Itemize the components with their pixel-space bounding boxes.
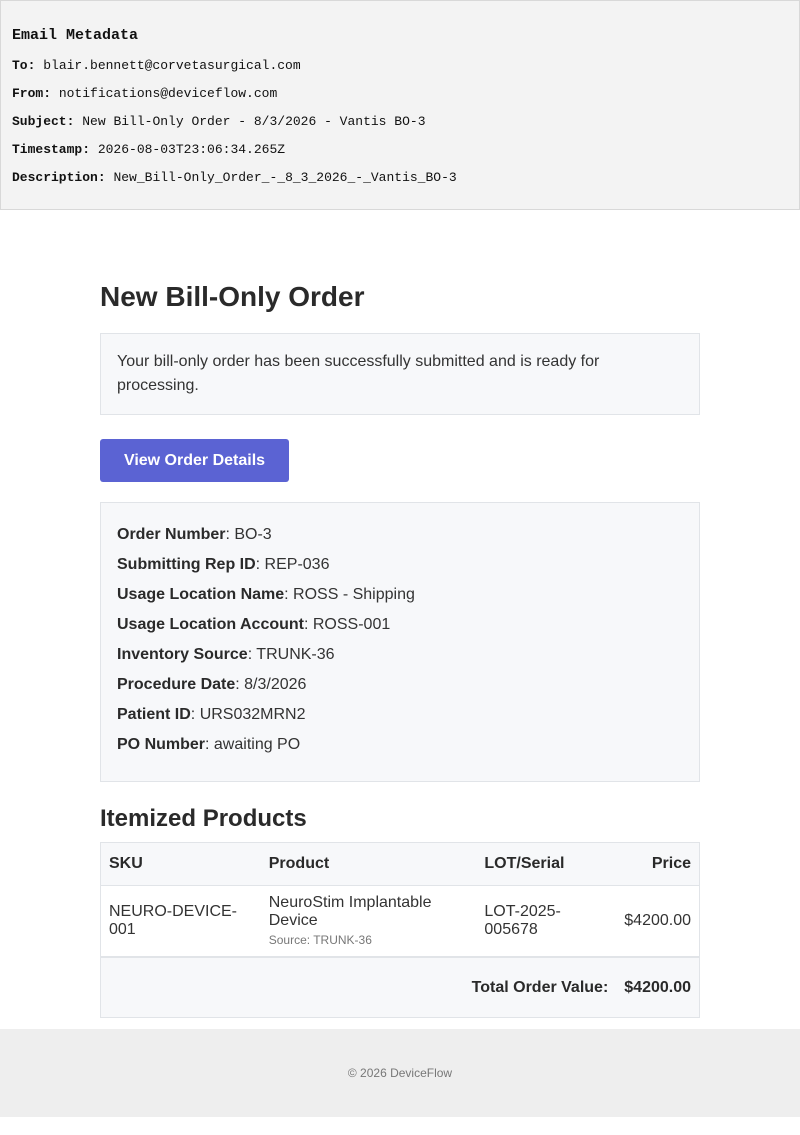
detail-value: : REP-036 bbox=[255, 556, 330, 573]
total-value: $4200.00 bbox=[616, 956, 701, 1018]
metadata-key: Timestamp: bbox=[12, 142, 91, 157]
view-order-details-button[interactable]: View Order Details bbox=[100, 439, 289, 482]
detail-submitting-rep-id: Submitting Rep ID: REP-036 bbox=[117, 555, 683, 585]
products-table: SKU Product LOT/Serial Price NEURO-DEVIC… bbox=[99, 842, 701, 1018]
detail-usage-location-account: Usage Location Account: ROSS-001 bbox=[117, 615, 683, 645]
table-header-row: SKU Product LOT/Serial Price bbox=[99, 842, 701, 886]
metadata-row-description: Description: New_Bill-Only_Order_-_8_3_2… bbox=[12, 171, 788, 199]
itemized-products-title: Itemized Products bbox=[100, 805, 307, 832]
detail-inventory-source: Inventory Source: TRUNK-36 bbox=[117, 645, 683, 675]
product-source: Source: TRUNK-36 bbox=[268, 933, 372, 947]
metadata-key: Description: bbox=[12, 170, 106, 185]
detail-value: : BO-3 bbox=[225, 526, 272, 543]
cell-price: $4200.00 bbox=[616, 885, 701, 958]
cell-sku: NEURO-DEVICE-001 bbox=[99, 885, 261, 958]
email-metadata-panel: Email Metadata To: blair.bennett@corveta… bbox=[0, 0, 800, 210]
detail-key: Procedure Date bbox=[117, 676, 236, 693]
column-header-sku: SKU bbox=[99, 842, 261, 886]
detail-order-number: Order Number: BO-3 bbox=[117, 525, 683, 555]
detail-value: : awaiting PO bbox=[205, 736, 301, 753]
metadata-row-subject: Subject: New Bill-Only Order - 8/3/2026 … bbox=[12, 115, 788, 143]
metadata-key: Subject: bbox=[12, 114, 75, 129]
metadata-row-timestamp: Timestamp: 2026-08-03T23:06:34.265Z bbox=[12, 143, 788, 171]
metadata-value: 2026-08-03T23:06:34.265Z bbox=[97, 142, 286, 157]
detail-value: : TRUNK-36 bbox=[247, 646, 335, 663]
metadata-value: blair.bennett@corvetasurgical.com bbox=[43, 58, 301, 73]
cell-product: NeuroStim Implantable Device Source: TRU… bbox=[260, 885, 477, 958]
detail-po-number: PO Number: awaiting PO bbox=[117, 735, 683, 765]
metadata-row-from: From: notifications@deviceflow.com bbox=[12, 87, 788, 115]
detail-value: : URS032MRN2 bbox=[190, 706, 306, 723]
detail-patient-id: Patient ID: URS032MRN2 bbox=[117, 705, 683, 735]
detail-key: Patient ID bbox=[117, 706, 191, 723]
metadata-row-to: To: blair.bennett@corvetasurgical.com bbox=[12, 59, 788, 87]
detail-key: Inventory Source bbox=[117, 646, 248, 663]
footer: © 2026 DeviceFlow bbox=[0, 1029, 800, 1117]
order-details-panel: Order Number: BO-3 Submitting Rep ID: RE… bbox=[100, 502, 700, 782]
detail-value: : ROSS-001 bbox=[303, 616, 391, 633]
column-header-product: Product bbox=[260, 842, 477, 886]
column-header-price: Price bbox=[616, 842, 701, 886]
total-row: Total Order Value: $4200.00 bbox=[100, 956, 701, 1018]
metadata-key: To: bbox=[12, 58, 36, 73]
detail-procedure-date: Procedure Date: 8/3/2026 bbox=[117, 675, 683, 705]
table-row: NEURO-DEVICE-001 NeuroStim Implantable D… bbox=[99, 885, 701, 958]
column-header-lot: LOT/Serial bbox=[476, 842, 617, 886]
detail-key: Order Number bbox=[117, 526, 226, 543]
success-notice: Your bill-only order has been successful… bbox=[100, 333, 700, 415]
detail-key: Submitting Rep ID bbox=[117, 556, 256, 573]
metadata-value: notifications@deviceflow.com bbox=[58, 86, 278, 101]
page-title: New Bill-Only Order bbox=[100, 281, 365, 312]
product-name: NeuroStim Implantable Device bbox=[268, 894, 432, 929]
detail-key: Usage Location Name bbox=[117, 586, 285, 603]
detail-usage-location-name: Usage Location Name: ROSS - Shipping bbox=[117, 585, 683, 615]
metadata-key: From: bbox=[12, 86, 52, 101]
detail-key: Usage Location Account bbox=[117, 616, 304, 633]
total-label: Total Order Value: bbox=[100, 956, 617, 1018]
metadata-value: New_Bill-Only_Order_-_8_3_2026_-_Vantis_… bbox=[113, 170, 457, 185]
metadata-value: New Bill-Only Order - 8/3/2026 - Vantis … bbox=[82, 114, 426, 129]
detail-value: : ROSS - Shipping bbox=[284, 586, 415, 603]
detail-value: : 8/3/2026 bbox=[235, 676, 307, 693]
detail-key: PO Number bbox=[117, 736, 206, 753]
metadata-title: Email Metadata bbox=[12, 27, 139, 44]
cell-lot: LOT-2025-005678 bbox=[476, 885, 617, 958]
